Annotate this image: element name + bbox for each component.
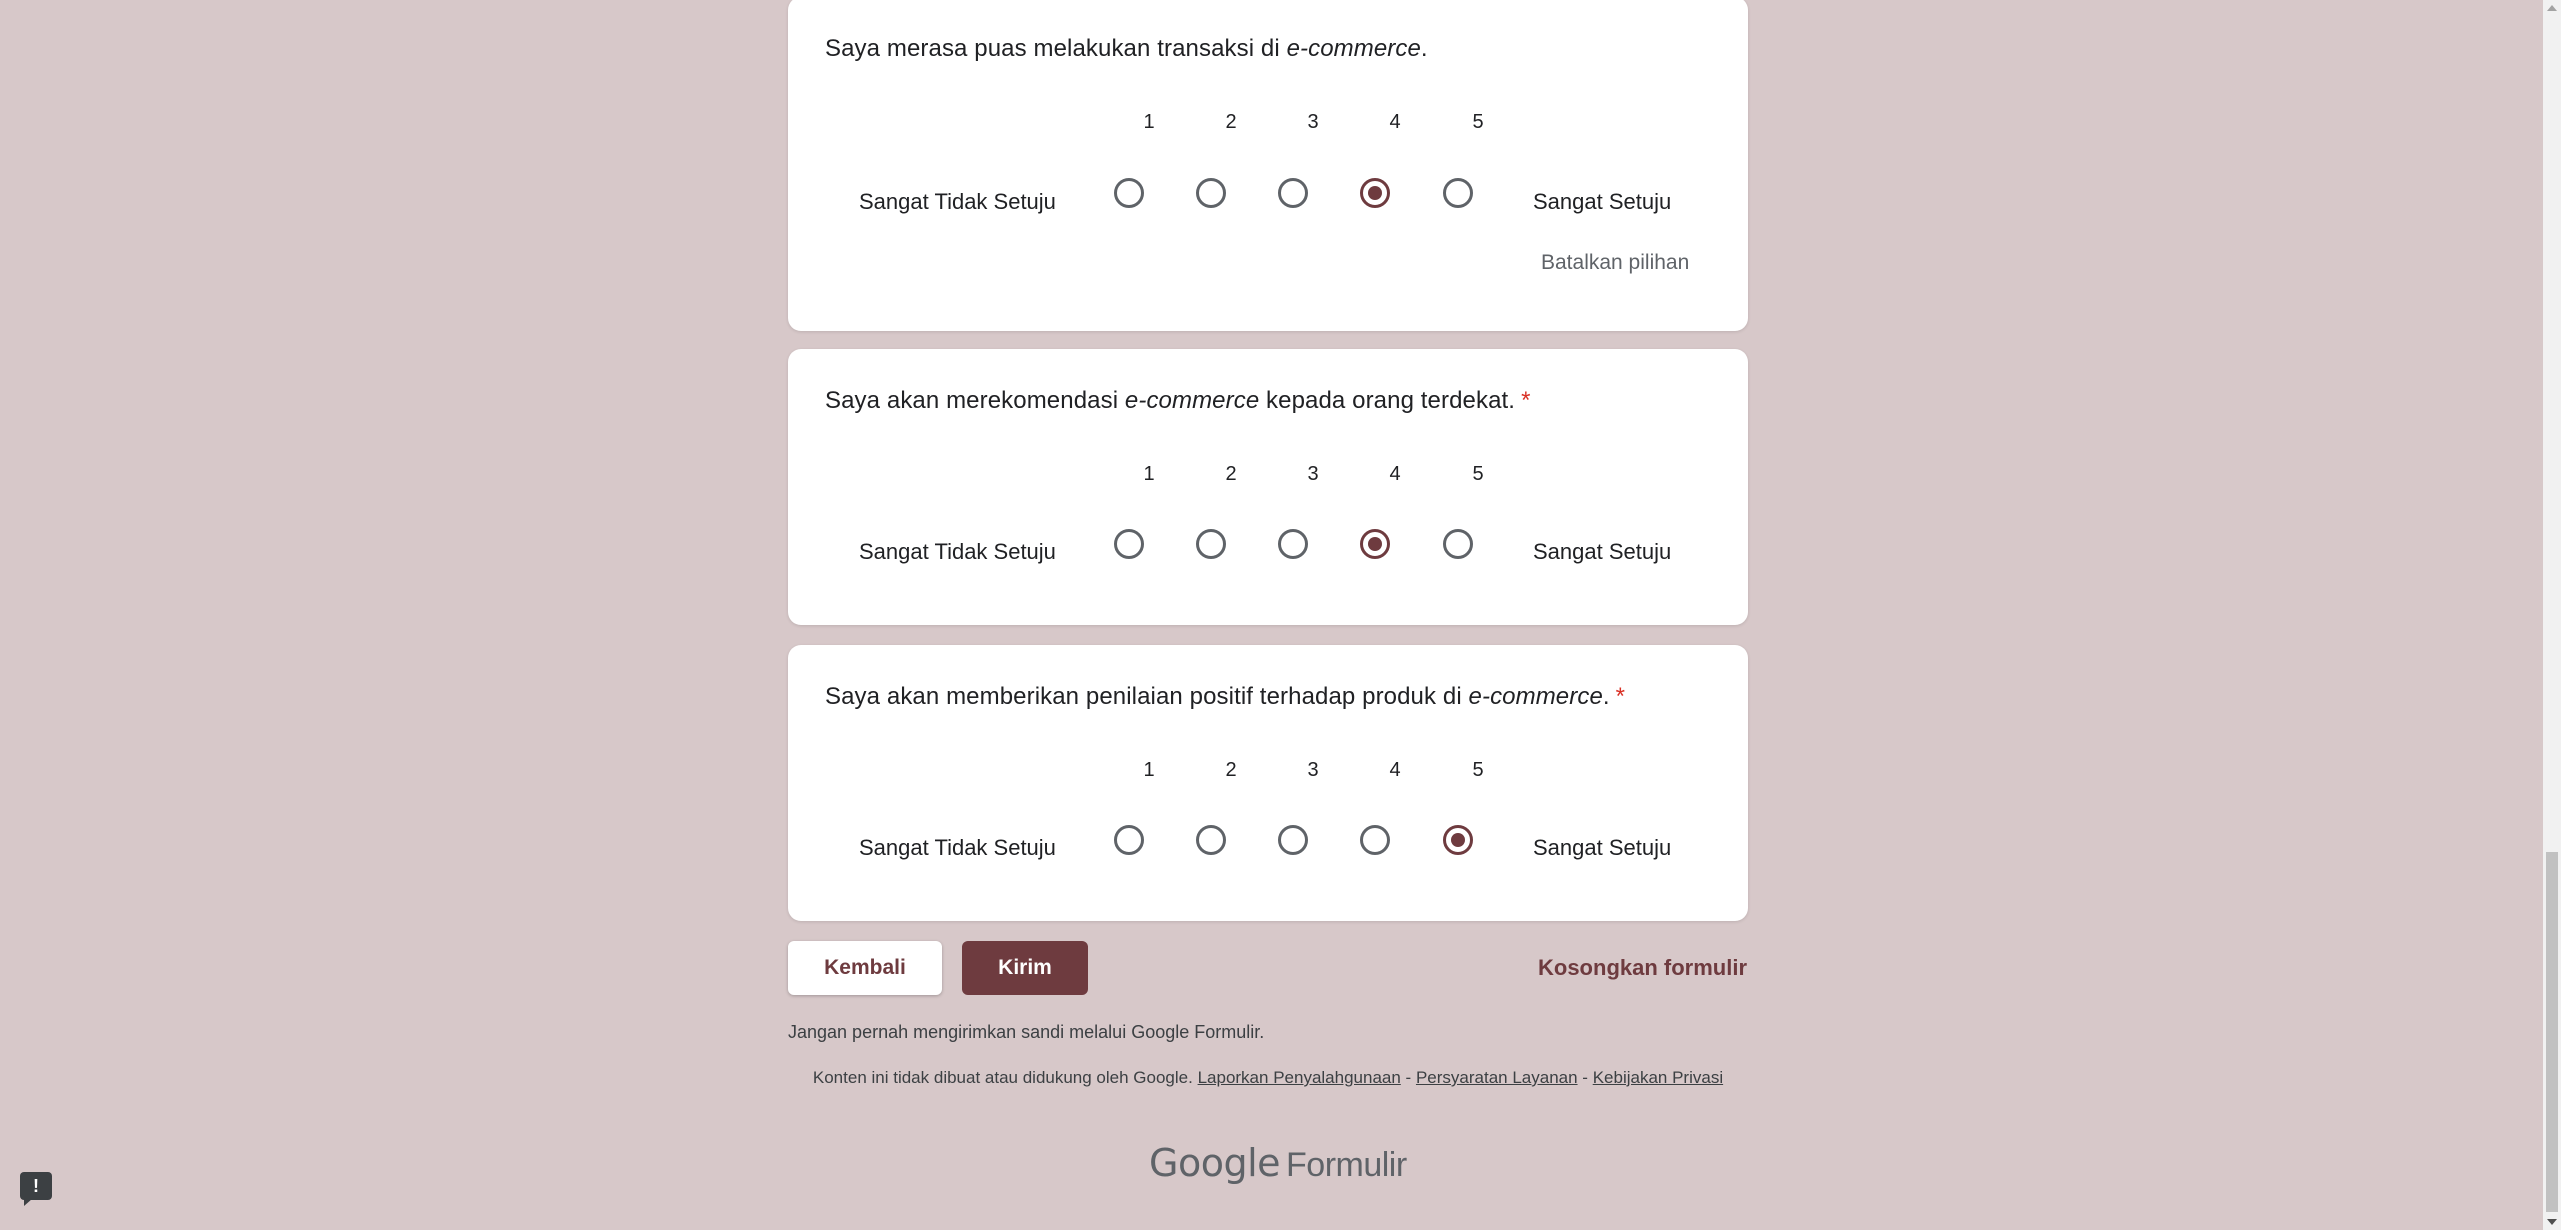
scale-label-4: 4 [1389,759,1401,781]
question-card: Saya akan merekomendasi e-commerce kepad… [788,349,1748,625]
required-asterisk: * [1521,387,1531,414]
scale-label-2: 2 [1225,463,1237,485]
scrollbar-thumb[interactable] [2546,852,2558,1212]
question-title: Saya akan merekomendasi e-commerce kepad… [825,387,1531,414]
question-card: Saya akan memberikan penilaian positif t… [788,645,1748,921]
clear-selection-link[interactable]: Batalkan pilihan [1541,251,1689,275]
scale-label-3: 3 [1307,759,1319,781]
radio-option-3[interactable] [1278,529,1308,559]
disclaimer-text: Konten ini tidak dibuat atau didukung ol… [812,1068,1193,1087]
radio-option-4[interactable] [1360,178,1390,208]
radio-option-3[interactable] [1278,825,1308,855]
scale-label-4: 4 [1389,111,1401,133]
vertical-scrollbar[interactable] [2543,0,2561,1230]
radio-option-2[interactable] [1196,825,1226,855]
scale-label-1: 1 [1143,463,1155,485]
required-asterisk: * [1615,683,1626,710]
clear-form-button[interactable]: Kosongkan formulir [1538,955,1747,981]
radio-option-4[interactable] [1360,825,1390,855]
scale-low-label: Sangat Tidak Setuju [859,189,1056,214]
scale-label-1: 1 [1143,111,1155,133]
footer-disclaimer: Konten ini tidak dibuat atau didukung ol… [788,1067,1748,1089]
radio-option-4[interactable] [1360,529,1390,559]
scale-label-5: 5 [1472,759,1484,781]
terms-link[interactable]: Persyaratan Layanan [1416,1068,1578,1087]
footer-separator: - [1582,1068,1588,1087]
scale-low-label: Sangat Tidak Setuju [859,539,1056,564]
report-abuse-link[interactable]: Laporkan Penyalahgunaan [1198,1068,1401,1087]
radio-option-3[interactable] [1278,178,1308,208]
scale-label-2: 2 [1225,759,1237,781]
submit-button[interactable]: Kirim [962,941,1088,995]
scale-label-3: 3 [1307,463,1319,485]
radio-option-2[interactable] [1196,178,1226,208]
back-button[interactable]: Kembali [788,941,942,995]
privacy-link[interactable]: Kebijakan Privasi [1593,1068,1723,1087]
question-title: Saya akan memberikan penilaian positif t… [825,683,1626,710]
radio-option-1[interactable] [1114,529,1144,559]
scroll-down-arrow-icon[interactable] [2547,1219,2557,1225]
radio-option-5[interactable] [1443,178,1473,208]
scale-label-2: 2 [1225,111,1237,133]
question-title: Saya merasa puas melakukan transaksi di … [825,35,1428,62]
scale-label-4: 4 [1389,463,1401,485]
footer-separator: - [1405,1068,1412,1087]
scale-label-1: 1 [1143,759,1155,781]
scale-label-3: 3 [1307,111,1319,133]
scale-label-5: 5 [1472,111,1484,133]
report-feedback-icon[interactable]: ! [20,1172,52,1206]
scale-high-label: Sangat Setuju [1533,539,1672,564]
scroll-up-arrow-icon[interactable] [2547,5,2557,11]
radio-option-5[interactable] [1443,825,1473,855]
radio-option-2[interactable] [1196,529,1226,559]
scale-low-label: Sangat Tidak Setuju [859,835,1056,860]
password-warning: Jangan pernah mengirimkan sandi melalui … [788,1022,1265,1042]
radio-option-1[interactable] [1114,825,1144,855]
question-card: Saya merasa puas melakukan transaksi di … [788,0,1748,331]
radio-option-5[interactable] [1443,529,1473,559]
scale-high-label: Sangat Setuju [1533,835,1672,860]
radio-option-1[interactable] [1114,178,1144,208]
scale-label-5: 5 [1472,463,1484,485]
scale-high-label: Sangat Setuju [1533,189,1672,214]
google-forms-logo[interactable]: Google Formulir [1149,1141,1407,1186]
